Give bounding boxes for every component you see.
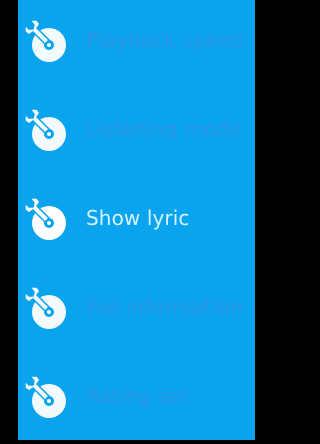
menu-item-label: File information <box>86 295 243 319</box>
menu-item-rating-set[interactable]: Rating set <box>18 370 255 426</box>
disc-wrench-icon <box>21 105 69 153</box>
disc-wrench-icon <box>21 194 69 242</box>
menu-item-listening-mode[interactable]: Listening mode <box>18 103 255 159</box>
disc-wrench-icon <box>21 16 69 64</box>
menu-item-label: Rating set <box>86 384 189 408</box>
disc-wrench-icon <box>21 372 69 420</box>
menu-item-file-information[interactable]: File information <box>18 281 255 337</box>
settings-menu-screen: Playback speed Listening mode Show lyric <box>18 0 255 440</box>
disc-wrench-icon <box>21 283 69 331</box>
menu-item-label: Show lyric <box>86 206 190 230</box>
menu-item-show-lyric[interactable]: Show lyric <box>18 192 255 248</box>
menu-item-label: Playback speed <box>86 28 244 52</box>
menu-item-playback-speed[interactable]: Playback speed <box>18 14 255 70</box>
menu-item-label: Listening mode <box>86 117 242 141</box>
